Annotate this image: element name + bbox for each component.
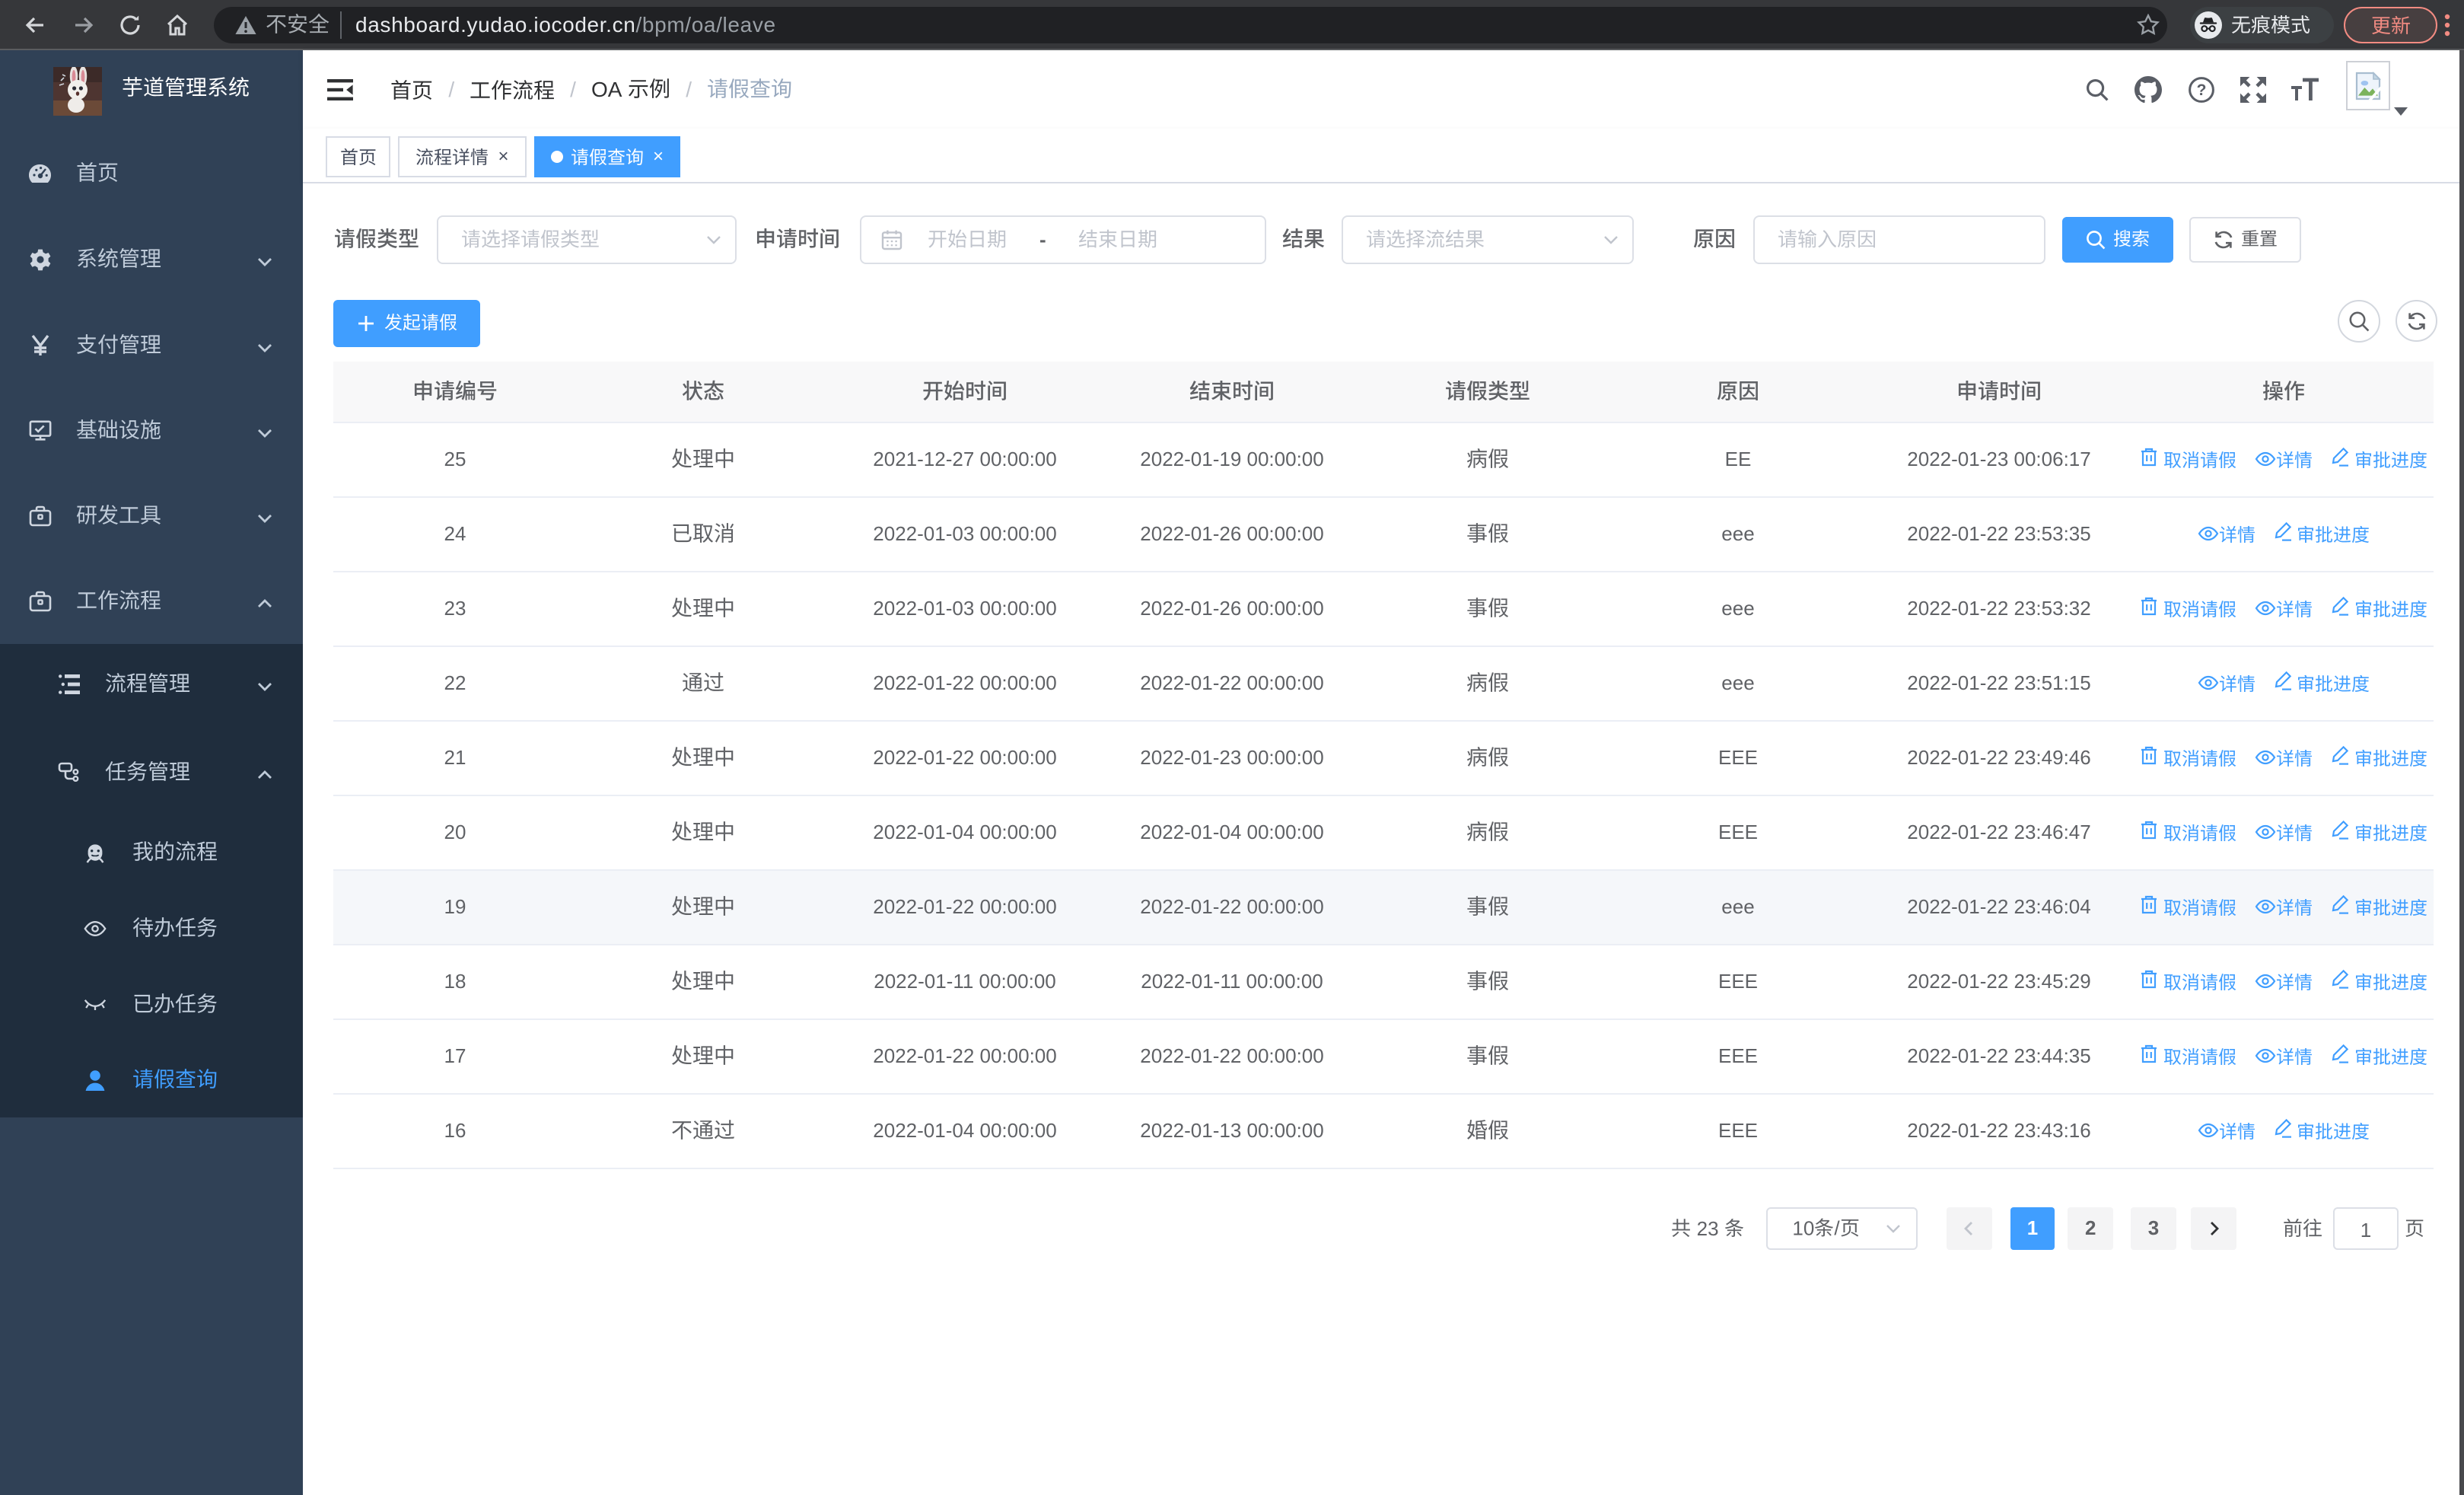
svg-text:?: ? [2196, 81, 2206, 99]
